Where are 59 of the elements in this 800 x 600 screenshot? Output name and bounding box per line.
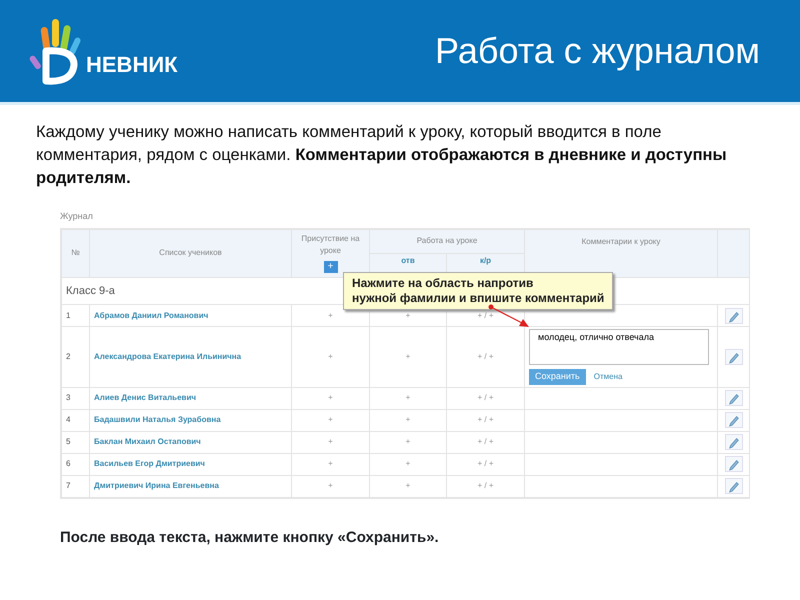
intro-paragraph: Каждому ученику можно написать комментарий к уроку, который вводится в поле комментария, рядом с оценками. Комментарии отображаются в дневнике и доступны родителям. (36, 122, 728, 189)
row-number: 4 (66, 415, 70, 424)
presence-mark: + (328, 481, 333, 490)
pencil-icon[interactable] (724, 412, 742, 428)
grade-mark: + (406, 415, 410, 424)
row-number: 3 (66, 393, 70, 402)
row-number: 7 (66, 481, 70, 490)
presence-mark: + (328, 415, 333, 424)
footer-text: После ввода текста, нажмите кнопку «Сохранить». (60, 528, 440, 548)
presence-mark: + (328, 310, 333, 320)
grade-mark: + / + (477, 459, 494, 468)
row-number: 1 (66, 310, 70, 320)
comment-field[interactable]: молодец, отлично отвечала (529, 329, 709, 365)
slide-title: Работа с журналом (435, 29, 760, 73)
class-label: Класс 9-а (66, 284, 115, 296)
student-name: Дмитриевич Ирина Евгеньевна (94, 481, 219, 490)
grade-mark: + (406, 352, 410, 361)
student-name: Абрамов Даниил Романович (94, 310, 208, 320)
pointer-arrow (488, 304, 530, 328)
grade-mark: + (406, 459, 410, 468)
presence-mark: + (328, 393, 333, 402)
column-header: Работа на уроке (370, 229, 524, 253)
student-name: Бадашвили Наталья Зурабовна (94, 415, 221, 424)
pencil-icon[interactable] (724, 348, 742, 365)
pencil-icon[interactable] (724, 390, 742, 406)
grade-mark: + / + (477, 415, 494, 424)
grade-mark: + (406, 481, 410, 490)
column-header: Список учеников (90, 229, 292, 277)
column-header: № (62, 229, 90, 277)
presence-mark: + (328, 459, 333, 468)
pencil-icon[interactable] (724, 456, 742, 472)
grade-mark: + / + (477, 352, 494, 361)
column-header: Комментарии к уроку (524, 229, 718, 277)
row-number: 2 (66, 352, 70, 361)
add-button[interactable]: + (324, 260, 338, 273)
student-name: Александрова Екатерина Ильинична (94, 352, 242, 361)
student-name: Алиев Денис Витальевич (94, 393, 196, 402)
presence-mark: + (328, 352, 333, 361)
cancel-link[interactable]: Отмена (594, 370, 622, 383)
presence-mark: + (328, 437, 333, 446)
journal-title: Журнал (60, 210, 94, 223)
grade-mark: + / + (477, 437, 494, 446)
logo-text: НЕВНИК (86, 51, 178, 79)
grade-mark: + / + (477, 310, 494, 320)
row-number: 5 (66, 437, 70, 446)
hint-tooltip: Нажмите на область напротив нужной фамилии и впишите комментарий (343, 272, 614, 310)
student-name: Васильев Егор Дмитриевич (94, 459, 205, 468)
grade-mark: + (406, 437, 410, 446)
column-header: Присутствие на уроке + (292, 229, 370, 277)
pencil-icon[interactable] (724, 434, 742, 450)
grade-mark: + / + (477, 393, 494, 402)
student-name: Баклан Михаил Остапович (94, 437, 201, 446)
grade-mark: + (406, 393, 410, 402)
save-button[interactable]: Сохранить (529, 369, 586, 384)
grade-mark: + (406, 310, 410, 320)
pencil-icon[interactable] (724, 478, 742, 494)
row-number: 6 (66, 459, 70, 468)
grade-mark: + / + (477, 481, 494, 490)
pencil-icon[interactable] (724, 308, 742, 324)
